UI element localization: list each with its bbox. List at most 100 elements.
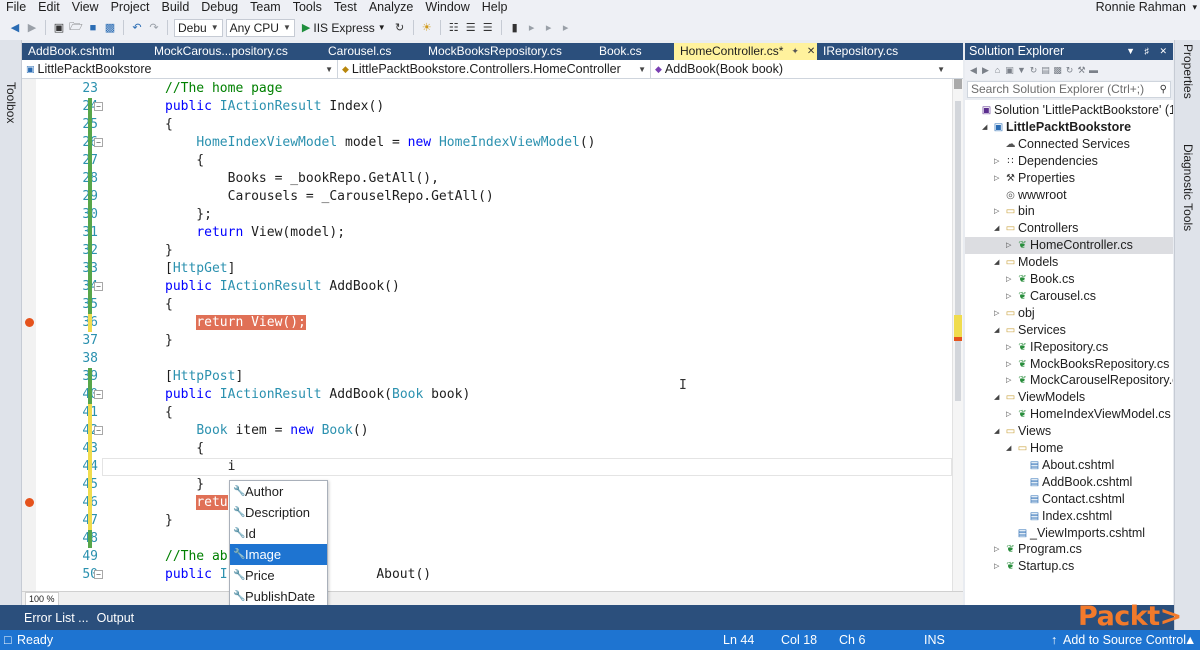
menu-edit[interactable]: Edit [32,0,66,15]
expand-arrow-icon[interactable]: ▷ [994,153,999,170]
code-line[interactable]: 29 Carousels = _CarouselRepo.GetAll() [22,188,952,206]
document-tab[interactable]: MockCarous...pository.cs [148,43,322,60]
menu-window[interactable]: Window [419,0,475,15]
code-line[interactable]: 49 //The ab [22,548,952,566]
breakpoint-icon[interactable] [25,498,34,507]
switch-views-icon[interactable]: ▣ [1005,65,1014,76]
browser-link-icon[interactable]: ☀ [420,21,434,35]
expand-arrow-icon[interactable]: ▷ [994,203,999,220]
expand-arrow-icon[interactable]: ▷ [1006,339,1011,356]
expand-arrow-icon[interactable]: ▷ [1006,372,1011,389]
expand-arrow-icon[interactable]: ▷ [1006,288,1011,305]
menu-debug[interactable]: Debug [195,0,244,15]
solution-tree-node[interactable]: ▷ ⚒ Properties [965,170,1173,187]
solution-tree-node[interactable]: ▤ Index.cshtml [965,508,1173,525]
solution-tree-node[interactable]: ◎ wwwroot [965,187,1173,204]
expand-arrow-icon[interactable]: ▷ [1006,356,1011,373]
solution-tree-node[interactable]: ▷ ▭ bin [965,203,1173,220]
comment-icon[interactable]: ☰ [464,21,478,35]
collapse-region-icon[interactable]: − [94,570,103,579]
code-line[interactable]: 30 }; [22,206,952,224]
collapse-region-icon[interactable]: − [94,426,103,435]
solution-tree-node[interactable]: ◢ ▭ ViewModels [965,389,1173,406]
add-to-source-control-button[interactable]: Add to Source Control [1063,630,1186,650]
properties-icon[interactable]: ⚒ [1077,65,1086,76]
solution-tree-node[interactable]: ◢ ▭ Models [965,254,1173,271]
document-tab[interactable]: MockBooksRepository.cs [422,43,593,60]
intellisense-item[interactable]: 🔧 Id [230,523,327,544]
code-line[interactable]: 26− HomeIndexViewModel model = new HomeI… [22,134,952,152]
solution-tree-node[interactable]: ◢ ▭ Controllers [965,220,1173,237]
code-line[interactable]: 28 Books = _bookRepo.GetAll(), [22,170,952,188]
solution-tree-node[interactable]: ▣ Solution 'LittlePacktBookstore' (1 pr [965,102,1173,119]
class-dropdown[interactable]: ◆ LittlePacktBookstore.Controllers.HomeC… [338,59,651,79]
menu-test[interactable]: Test [328,0,363,15]
solution-tree-node[interactable]: ▤ Contact.cshtml [965,491,1173,508]
collapse-region-icon[interactable]: − [94,390,103,399]
member-dropdown[interactable]: ◆ AddBook(Book book) ▼ [651,60,963,79]
solution-configuration-select[interactable]: Debu ▼ [174,18,223,37]
new-project-icon[interactable]: ▣ [52,21,66,35]
code-line[interactable]: 45 } [22,476,952,494]
collapse-arrow-icon[interactable]: ◢ [994,389,999,406]
code-line[interactable]: 50− public I About() [22,566,952,584]
code-line[interactable]: 33[HttpGet] [22,260,952,278]
collapse-arrow-icon[interactable]: ◢ [994,322,999,339]
uncomment-icon[interactable]: ☰ [481,21,495,35]
code-line[interactable]: 47} [22,512,952,530]
back-icon[interactable]: ◀ [8,21,22,35]
find-in-files-icon[interactable]: ☷ [447,21,461,35]
code-line[interactable]: 41{ [22,404,952,422]
window-position-icon[interactable]: ▼ [1126,43,1135,60]
redo-icon[interactable]: ↷ [147,21,161,35]
save-all-icon[interactable]: ▩ [103,21,117,35]
solution-tree-node[interactable]: ▤ About.cshtml [965,457,1173,474]
document-tab[interactable]: HomeController.cs* ✦ ✕ [674,43,817,60]
code-line[interactable]: 35{ [22,296,952,314]
solution-platform-select[interactable]: Any CPU ▼ [225,18,295,37]
intellisense-item[interactable]: 🔧 Author [230,481,327,502]
signed-in-user[interactable]: Ronnie Rahman [1096,0,1186,15]
code-line[interactable]: 37} [22,332,952,350]
code-line[interactable]: 34−public IActionResult AddBook() [22,278,952,296]
project-dropdown[interactable]: ▣ LittlePacktBookstore ▼ [22,59,338,79]
preview-icon[interactable]: ▬ [1089,65,1098,75]
sync-icon[interactable]: ↻ [1029,65,1038,76]
forward-icon[interactable]: ▶ [981,65,990,76]
code-line[interactable]: 48 [22,530,952,548]
solution-tree-node[interactable]: ▷ ❦ MockBooksRepository.cs [965,356,1173,373]
intellisense-item[interactable]: 🔧 PublishDate [230,586,327,607]
expand-arrow-icon[interactable]: ▷ [994,170,999,187]
solution-tree-node[interactable]: ◢ ▭ Services [965,322,1173,339]
open-icon[interactable]: 🗁 [69,21,83,35]
code-line[interactable]: 24−public IActionResult Index() [22,98,952,116]
code-line[interactable]: 36 return View(); [22,314,952,332]
solution-tree-node[interactable]: ▷ ❦ Program.cs [965,541,1173,558]
solution-tree-node[interactable]: ▷ ❦ HomeController.cs [965,237,1173,255]
collapse-arrow-icon[interactable]: ◢ [994,254,999,271]
solution-tree-node[interactable]: ▷ ❦ Book.cs [965,271,1173,288]
collapse-arrow-icon[interactable]: ◢ [994,423,999,440]
diagnostic-tools-tab[interactable]: Diagnostic Tools [1181,144,1195,231]
document-tab[interactable]: AddBook.cshtml [22,43,148,60]
output-tab[interactable]: Output [97,611,135,625]
code-editor[interactable]: 23//The home page24−public IActionResult… [22,79,952,591]
solution-tree-node[interactable]: ▷ ❦ MockCarouselRepository.cs [965,372,1173,389]
menu-help[interactable]: Help [476,0,514,15]
menu-file[interactable]: File [0,0,32,15]
code-line[interactable]: 27 { [22,152,952,170]
expand-arrow-icon[interactable]: ▷ [994,541,999,558]
expand-arrow-icon[interactable]: ▷ [1006,406,1011,423]
menu-team[interactable]: Team [244,0,287,15]
home-icon[interactable]: ⌂ [993,65,1002,75]
solution-tree-node[interactable]: ▷ ❦ Carousel.cs [965,288,1173,305]
show-all-files-icon[interactable]: ▩ [1053,65,1062,76]
menu-build[interactable]: Build [155,0,195,15]
code-line[interactable]: 46 retu [22,494,952,512]
collapse-region-icon[interactable]: − [94,138,103,147]
solution-tree-node[interactable]: ▷ ❦ HomeIndexViewModel.cs [965,406,1173,423]
expand-arrow-icon[interactable]: ▷ [994,305,999,322]
back-icon[interactable]: ◀ [969,65,978,76]
solution-tree-node[interactable]: ▤ AddBook.cshtml [965,474,1173,491]
breakpoint-icon[interactable] [25,318,34,327]
